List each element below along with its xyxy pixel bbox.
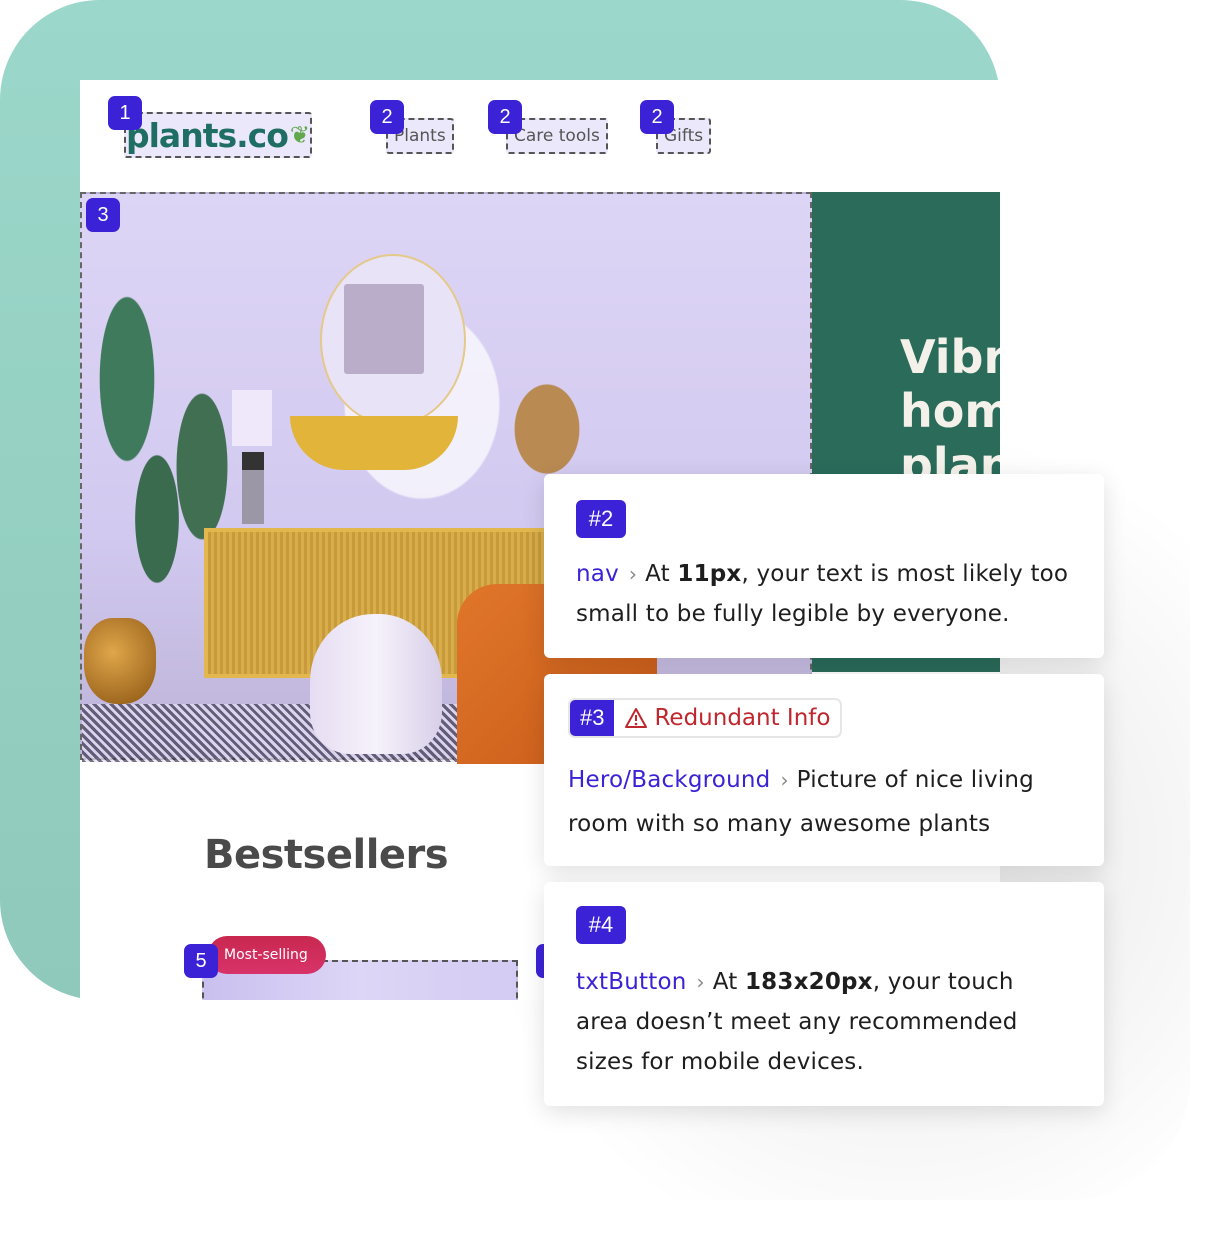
ribbon-label: Most-selling: [224, 947, 308, 963]
issue-tag-group: #3 Redundant Info: [568, 698, 843, 738]
issue-description: Hero/Background › Picture of nice living r…: [568, 758, 1080, 846]
chevron-right-icon: ›: [628, 562, 638, 586]
logo-annotation[interactable]: plants.co ❦: [124, 112, 312, 158]
issue-id-badge: #3: [570, 700, 615, 736]
highlight-value: 183x20px: [744, 969, 873, 995]
issue-card-2[interactable]: #2 nav › At 11px, your text is most likely…: [544, 474, 1104, 658]
annotation-badge-1[interactable]: 1: [108, 96, 142, 130]
annotation-badge-2[interactable]: 2: [640, 100, 674, 134]
section-title: Bestsellers: [204, 832, 449, 878]
issue-card-4[interactable]: #4 txtButton › At 183x20px, your touch are…: [544, 882, 1104, 1106]
mirror-reflection: [344, 284, 424, 374]
text: At: [645, 561, 678, 587]
leaf-icon: ❦: [289, 121, 310, 149]
pampas-grass: [502, 374, 592, 484]
annotation-badge-3[interactable]: 3: [86, 198, 120, 232]
annotation-badge-2[interactable]: 2: [370, 100, 404, 134]
ottoman: [310, 614, 442, 754]
warning-icon: [625, 708, 648, 728]
annotation-badge-2[interactable]: 2: [488, 100, 522, 134]
nav-label: Care tools: [514, 126, 600, 146]
component-link[interactable]: txtButton: [576, 969, 687, 995]
annotation-badge-5[interactable]: 5: [184, 944, 218, 978]
issue-description: nav › At 11px, your text is most likely to…: [576, 554, 1072, 634]
shelf: [290, 416, 458, 470]
hero-title: Vibr hom plan: [900, 330, 1000, 492]
chevron-right-icon: ›: [696, 970, 705, 994]
chevron-right-icon: ›: [780, 768, 789, 792]
tag-label: Redundant Info: [654, 705, 831, 731]
component-link[interactable]: nav: [576, 561, 619, 587]
component-link[interactable]: Hero/Background: [568, 767, 770, 793]
text: At: [712, 969, 745, 995]
issue-description: txtButton › At 183x20px, your touch area d…: [576, 962, 1072, 1082]
logo: plants.co: [126, 115, 289, 155]
issue-card-3[interactable]: #3 Redundant Info Hero/Background › Pictur…: [544, 674, 1104, 866]
lamp-shade: [232, 390, 272, 446]
most-selling-ribbon: Most-selling: [208, 936, 326, 974]
plant-pot: [84, 618, 156, 704]
redundant-info-tag: Redundant Info: [614, 700, 840, 736]
issue-id-badge: #2: [576, 500, 626, 538]
issue-id-badge: #4: [576, 906, 626, 944]
highlight-value: 11px: [677, 561, 742, 587]
lamp-base: [242, 452, 264, 524]
